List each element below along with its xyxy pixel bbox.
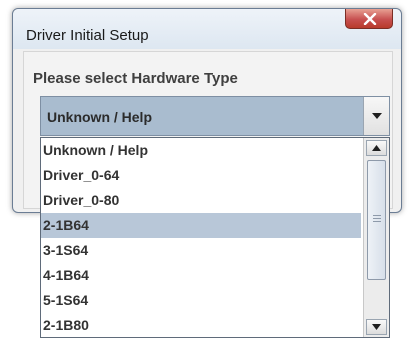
hardware-type-label: Please select Hardware Type	[33, 70, 238, 87]
option-driver-0-80[interactable]: Driver_0-80	[41, 188, 361, 213]
option-unknown-help[interactable]: Unknown / Help	[41, 138, 361, 163]
hardware-type-dropdown-list: Unknown / Help Driver_0-64 Driver_0-80 2…	[40, 137, 390, 338]
option-driver-0-64[interactable]: Driver_0-64	[41, 163, 361, 188]
scroll-up-icon	[372, 145, 381, 151]
grip-icon	[373, 215, 381, 224]
vertical-scrollbar[interactable]	[363, 138, 389, 337]
chevron-down-icon	[372, 113, 382, 119]
dropdown-toggle-button[interactable]	[363, 97, 389, 135]
title-bar[interactable]: Driver Initial Setup	[13, 9, 401, 49]
scroll-up-button[interactable]	[366, 140, 387, 156]
option-3-1s64[interactable]: 3-1S64	[41, 238, 361, 263]
scrollbar-thumb[interactable]	[367, 160, 386, 280]
option-2-1b80[interactable]: 2-1B80	[41, 313, 361, 337]
scroll-down-icon	[372, 324, 381, 330]
close-button[interactable]	[345, 9, 393, 29]
options-list: Unknown / Help Driver_0-64 Driver_0-80 2…	[41, 138, 361, 337]
option-2-1b64[interactable]: 2-1B64	[41, 213, 361, 238]
window-title: Driver Initial Setup	[26, 27, 149, 44]
hardware-type-select[interactable]: Unknown / Help	[40, 96, 390, 136]
selected-hardware-type: Unknown / Help	[47, 109, 152, 125]
option-5-1s64[interactable]: 5-1S64	[41, 288, 361, 313]
option-4-1b64[interactable]: 4-1B64	[41, 263, 361, 288]
close-icon	[363, 13, 377, 25]
scroll-down-button[interactable]	[366, 319, 387, 335]
